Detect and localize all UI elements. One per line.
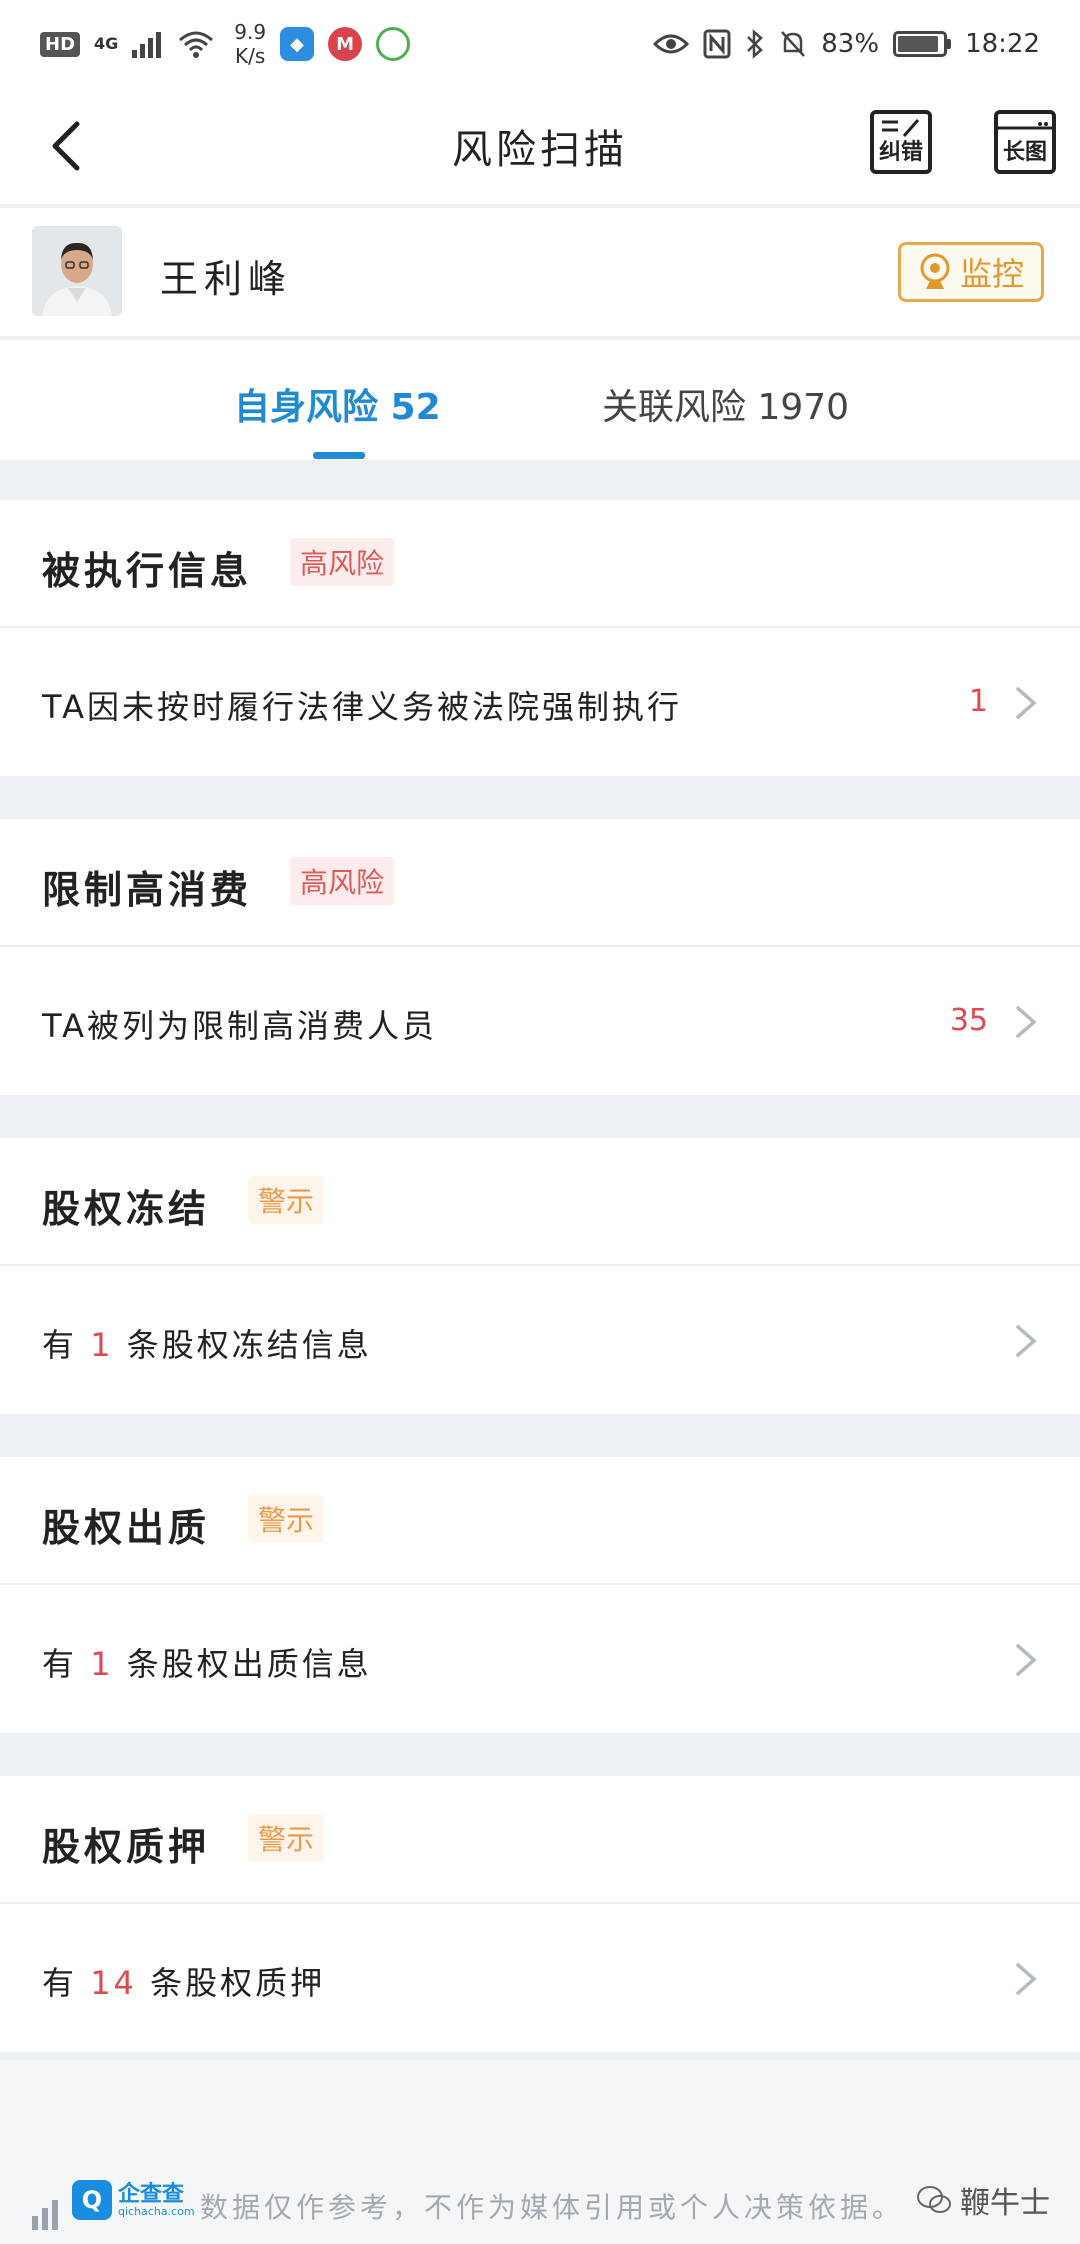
risk-level-badge: 高风险 [290, 857, 395, 905]
speed-value: 9.9 [234, 20, 267, 44]
row-description: 有 1 条股权冻结信息 [42, 1320, 372, 1366]
chevron-right-icon [1016, 1963, 1037, 1995]
chevron-right-icon [1016, 1325, 1037, 1357]
risk-tabs: 自身风险 52 关联风险 1970 [0, 340, 1080, 460]
logo-text: 企查查 qichacha.com [118, 2181, 195, 2218]
wifi-icon [179, 31, 214, 58]
long-image-label: 长图 [1002, 140, 1047, 165]
browser-app-icon [376, 27, 411, 61]
watermark: 鞭牛士 [916, 2178, 1050, 2222]
risk-section-consumption-limit: 限制高消费 高风险 TA被列为限制高消费人员 35 [0, 819, 1080, 1095]
bluetooth-icon [747, 29, 764, 59]
person-header: 王利峰 监控 [0, 208, 1080, 338]
network-type: 4G [94, 34, 119, 53]
camera-icon [920, 253, 950, 289]
row-prefix: 有 [42, 1964, 78, 2002]
nav-bar: 风险扫描 纠错 长图 [0, 88, 1080, 206]
row-number: 1 [90, 1326, 114, 1364]
person-name: 王利峰 [160, 257, 293, 301]
risk-level-badge: 警示 [248, 1176, 325, 1224]
tab-indicator [313, 452, 365, 459]
chevron-right-icon [1016, 687, 1037, 719]
row-description: TA被列为限制高消费人员 [42, 1007, 437, 1045]
clock: 18:22 [965, 29, 1040, 59]
nfc-icon [703, 29, 731, 59]
eye-icon [653, 34, 690, 54]
tab-self-risk[interactable]: 自身风险 52 [234, 378, 441, 430]
battery-icon [893, 31, 952, 57]
wechat-icon [917, 2186, 951, 2213]
list-item[interactable]: TA被列为限制高消费人员 35 [0, 947, 1080, 1095]
section-title: 被执行信息 [42, 549, 253, 593]
tab-related-risk[interactable]: 关联风险 1970 [602, 378, 849, 430]
footer: Q 企查查 qichacha.com 数据仅作参考，不作为媒体引用或个人决策依据… [0, 2060, 1080, 2244]
risk-section-equity-pledge: 股权出质 警示 有 1 条股权出质信息 [0, 1457, 1080, 1733]
section-title: 股权冻结 [42, 1187, 211, 1231]
section-header: 限制高消费 高风险 [0, 819, 1080, 947]
risk-section-equity-freeze: 股权冻结 警示 有 1 条股权冻结信息 [0, 1138, 1080, 1414]
brand-cn: 企查查 [118, 2181, 185, 2207]
shield-app-icon: ◆ [280, 27, 315, 61]
watermark-text: 鞭牛士 [960, 2186, 1050, 2221]
section-header: 股权质押 警示 [0, 1776, 1080, 1904]
row-description: TA因未按时履行法律义务被法院强制执行 [42, 688, 682, 726]
list-item[interactable]: 有 14 条股权质押 [0, 1904, 1080, 2052]
signal-bars-icon [32, 2200, 58, 2230]
list-item[interactable]: 有 1 条股权冻结信息 [0, 1266, 1080, 1414]
hd-badge: HD [40, 31, 81, 57]
long-image-button[interactable]: 长图 [994, 110, 1056, 174]
risk-section-execution: 被执行信息 高风险 TA因未按时履行法律义务被法院强制执行 1 [0, 500, 1080, 776]
risk-level-badge: 警示 [248, 1814, 325, 1862]
list-item[interactable]: TA因未按时履行法律义务被法院强制执行 1 [0, 628, 1080, 776]
section-title: 限制高消费 [42, 868, 253, 912]
status-right: 83% 18:22 [653, 29, 1040, 59]
row-suffix: 条股权冻结信息 [126, 1326, 372, 1364]
logo-mark-icon: Q [72, 2180, 112, 2220]
row-count: 1 [968, 684, 988, 719]
row-description: 有 14 条股权质押 [42, 1958, 325, 2004]
chevron-right-icon [1016, 1644, 1037, 1676]
avatar [32, 226, 122, 316]
status-left: HD 4G 9.9 K/s ◆ M [40, 20, 411, 68]
brand-en: qichacha.com [118, 2204, 195, 2218]
risk-section-equity-mortgage: 股权质押 警示 有 14 条股权质押 [0, 1776, 1080, 2052]
row-suffix: 条股权质押 [150, 1964, 326, 2002]
section-header: 被执行信息 高风险 [0, 500, 1080, 628]
list-item[interactable]: 有 1 条股权出质信息 [0, 1585, 1080, 1733]
row-description: 有 1 条股权出质信息 [42, 1639, 372, 1685]
row-prefix: 有 [42, 1645, 78, 1683]
monitor-button[interactable]: 监控 [898, 242, 1044, 302]
row-count: 35 [949, 1003, 988, 1038]
network-speed: 9.9 K/s [234, 20, 266, 68]
signal-icon [132, 32, 162, 58]
mute-bell-icon [781, 31, 806, 57]
section-header: 股权冻结 警示 [0, 1138, 1080, 1266]
chevron-right-icon [1016, 1006, 1037, 1038]
section-title: 股权质押 [42, 1825, 211, 1869]
battery-percent: 83% [821, 29, 880, 59]
row-number: 14 [90, 1964, 137, 2002]
qichacha-logo: Q 企查查 qichacha.com [72, 2180, 195, 2220]
row-prefix: 有 [42, 1326, 78, 1364]
section-title: 股权出质 [42, 1506, 211, 1550]
monitor-label: 监控 [959, 255, 1024, 293]
risk-level-badge: 警示 [248, 1495, 325, 1543]
disclaimer: 数据仅作参考，不作为媒体引用或个人决策依据。 [200, 2191, 905, 2224]
status-bar: HD 4G 9.9 K/s ◆ M 83% 18:22 [0, 0, 1080, 88]
fix-error-button[interactable]: 纠错 [870, 110, 932, 174]
edit-note-icon [882, 119, 920, 137]
speed-unit: K/s [235, 44, 266, 68]
section-header: 股权出质 警示 [0, 1457, 1080, 1585]
long-image-icon [998, 122, 1052, 130]
row-suffix: 条股权出质信息 [126, 1645, 372, 1683]
risk-level-badge: 高风险 [290, 538, 395, 586]
bank-app-icon: M [328, 27, 363, 61]
person-photo [32, 226, 122, 316]
row-number: 1 [90, 1645, 114, 1683]
